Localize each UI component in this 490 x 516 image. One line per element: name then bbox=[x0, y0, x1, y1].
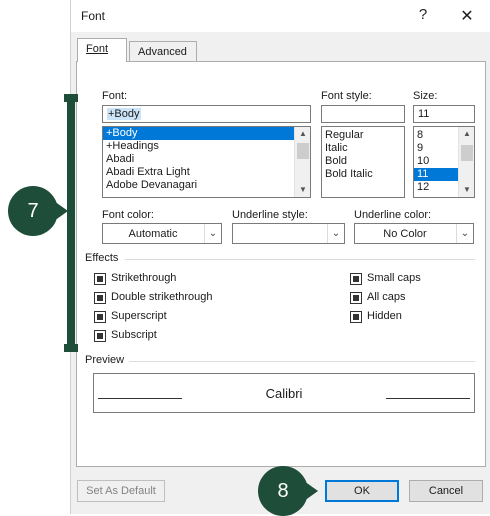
size-list-item[interactable]: 8 bbox=[414, 129, 458, 142]
underline-color-dropdown[interactable]: No Color ⌄ bbox=[354, 223, 474, 244]
preview-title: Preview bbox=[85, 354, 125, 366]
chevron-down-icon[interactable]: ⌄ bbox=[456, 224, 473, 243]
checkbox-label: Strikethrough bbox=[111, 272, 177, 284]
font-style-label: Font style: bbox=[321, 90, 372, 102]
font-name-input[interactable]: +Body bbox=[102, 105, 311, 123]
tab-font[interactable]: Font bbox=[77, 38, 127, 62]
double-strikethrough-checkbox[interactable]: Double strikethrough bbox=[94, 291, 254, 305]
checkbox-label: Superscript bbox=[111, 310, 167, 322]
help-button[interactable]: ? bbox=[413, 6, 433, 23]
font-style-input[interactable] bbox=[321, 105, 405, 123]
tab-font-label: Font bbox=[86, 43, 109, 55]
font-list-item[interactable]: +Headings bbox=[103, 140, 310, 153]
checkbox-box[interactable] bbox=[350, 273, 362, 285]
checkbox-label: All caps bbox=[367, 291, 406, 303]
checkbox-label: Hidden bbox=[367, 310, 402, 322]
font-list-item[interactable]: Adobe Devanagari bbox=[103, 179, 310, 192]
font-style-item[interactable]: Bold bbox=[322, 155, 404, 168]
superscript-checkbox[interactable]: Superscript bbox=[94, 310, 234, 324]
checkbox-box[interactable] bbox=[350, 311, 362, 323]
strikethrough-checkbox[interactable]: Strikethrough bbox=[94, 272, 234, 286]
scroll-up-icon[interactable]: ▲ bbox=[295, 127, 310, 141]
checkbox-label: Double strikethrough bbox=[111, 291, 213, 303]
font-color-label: Font color: bbox=[102, 209, 154, 221]
font-name-value: +Body bbox=[107, 108, 141, 120]
font-color-value: Automatic bbox=[128, 228, 178, 240]
underline-color-label: Underline color: bbox=[354, 209, 432, 221]
effects-divider bbox=[125, 259, 475, 260]
font-list-item[interactable]: Abadi bbox=[103, 153, 310, 166]
size-label: Size: bbox=[413, 90, 438, 102]
subscript-checkbox[interactable]: Subscript bbox=[94, 329, 234, 343]
step-7-pointer bbox=[54, 201, 68, 221]
font-label: Font: bbox=[102, 90, 128, 102]
step-7-marker: 7 bbox=[8, 186, 58, 236]
dialog-title: Font bbox=[81, 9, 106, 23]
font-style-item[interactable]: Italic bbox=[322, 142, 404, 155]
tab-advanced[interactable]: Advanced bbox=[129, 41, 197, 63]
font-style-item[interactable]: Bold Italic bbox=[322, 168, 404, 181]
chevron-down-icon[interactable]: ⌄ bbox=[204, 224, 221, 243]
preview-baseline-right bbox=[386, 398, 470, 399]
size-list-item[interactable]: 12 bbox=[414, 181, 458, 194]
scroll-up-icon[interactable]: ▲ bbox=[459, 127, 474, 141]
close-button[interactable]: ✕ bbox=[457, 6, 477, 26]
size-input[interactable]: 11 bbox=[413, 105, 475, 123]
set-as-default-button[interactable]: Set As Default bbox=[77, 480, 165, 502]
callout-bracket-bottom bbox=[64, 344, 78, 352]
step-8-marker: 8 bbox=[258, 466, 308, 516]
hidden-checkbox[interactable]: Hidden bbox=[350, 310, 450, 324]
ok-button[interactable]: OK bbox=[325, 480, 399, 502]
size-list-scrollbar[interactable]: ▲ ▼ bbox=[458, 127, 474, 197]
scroll-down-icon[interactable]: ▼ bbox=[459, 183, 474, 197]
underline-style-label: Underline style: bbox=[232, 209, 308, 221]
size-list-item[interactable]: 10 bbox=[414, 155, 458, 168]
size-list[interactable]: 8 9 10 11 12 ▲ ▼ bbox=[413, 126, 475, 198]
effects-title: Effects bbox=[85, 252, 119, 264]
font-color-dropdown[interactable]: Automatic ⌄ bbox=[102, 223, 222, 244]
font-list-item[interactable]: Abadi Extra Light bbox=[103, 166, 310, 179]
callout-bracket-top bbox=[64, 94, 78, 102]
callout-bracket bbox=[67, 94, 75, 352]
checkbox-box[interactable] bbox=[94, 292, 106, 304]
tab-advanced-label: Advanced bbox=[138, 46, 187, 58]
underline-style-dropdown[interactable]: ⌄ bbox=[232, 223, 345, 244]
underline-color-value: No Color bbox=[383, 228, 427, 240]
font-style-list[interactable]: Regular Italic Bold Bold Italic bbox=[321, 126, 405, 198]
preview-box: Calibri bbox=[93, 373, 475, 413]
checkbox-box[interactable] bbox=[94, 273, 106, 285]
all-caps-checkbox[interactable]: All caps bbox=[350, 291, 450, 305]
font-style-item[interactable]: Regular bbox=[322, 129, 404, 142]
checkbox-box[interactable] bbox=[94, 330, 106, 342]
size-list-item[interactable]: 11 bbox=[414, 168, 458, 181]
checkbox-box[interactable] bbox=[350, 292, 362, 304]
font-list-scrollbar[interactable]: ▲ ▼ bbox=[294, 127, 310, 197]
scroll-down-icon[interactable]: ▼ bbox=[295, 183, 310, 197]
chevron-down-icon[interactable]: ⌄ bbox=[327, 224, 344, 243]
size-value: 11 bbox=[418, 108, 430, 120]
font-list[interactable]: +Body +Headings Abadi Abadi Extra Light … bbox=[102, 126, 311, 198]
checkbox-label: Subscript bbox=[111, 329, 157, 341]
step-8-pointer bbox=[304, 481, 318, 501]
size-list-item[interactable]: 9 bbox=[414, 142, 458, 155]
small-caps-checkbox[interactable]: Small caps bbox=[350, 272, 450, 286]
cancel-button[interactable]: Cancel bbox=[409, 480, 483, 502]
title-bar: Font ? ✕ bbox=[71, 0, 490, 32]
scroll-thumb[interactable] bbox=[297, 143, 309, 159]
preview-divider bbox=[129, 361, 475, 362]
scroll-thumb[interactable] bbox=[461, 145, 473, 161]
font-list-item[interactable]: +Body bbox=[103, 127, 310, 140]
font-dialog: Font ? ✕ Font Advanced Font: +Body +Body… bbox=[70, 0, 490, 514]
checkbox-label: Small caps bbox=[367, 272, 421, 284]
checkbox-box[interactable] bbox=[94, 311, 106, 323]
